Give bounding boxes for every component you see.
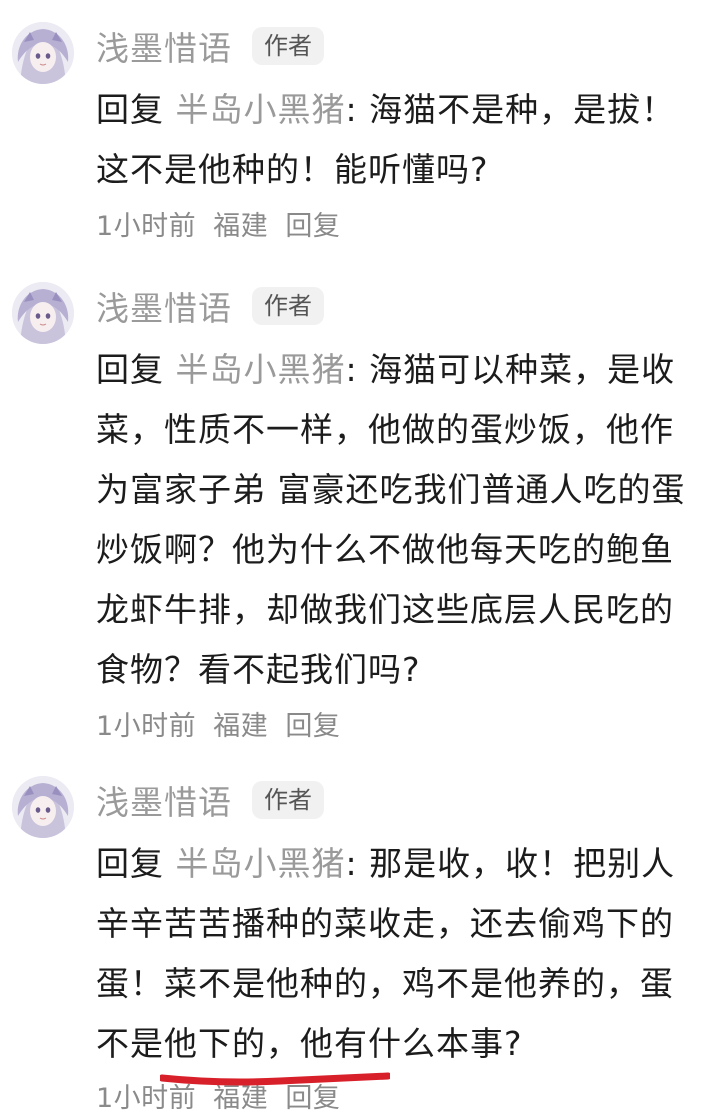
anime-girl-avatar-icon bbox=[12, 282, 74, 344]
reply-button[interactable]: 回复 bbox=[285, 711, 340, 742]
reply-button[interactable]: 回复 bbox=[285, 1083, 340, 1114]
author-badge: 作者 bbox=[252, 27, 324, 65]
mention-link[interactable]: 半岛小黑猪 bbox=[176, 90, 346, 129]
comment-body: 回复 半岛小黑猪: 海猫不是种，是拔！这不是他种的！能听懂吗? bbox=[96, 80, 706, 200]
comment-location: 福建 bbox=[213, 711, 269, 742]
comment-time: 1小时前 bbox=[96, 711, 197, 742]
comment-meta: 1小时前 福建 回复 bbox=[96, 204, 340, 243]
reply-prefix: 回复 bbox=[96, 350, 164, 389]
comment-body: 回复 半岛小黑猪: 海猫可以种菜，是收菜，性质不一样，他做的蛋炒饭，他作为富家子… bbox=[96, 340, 706, 700]
mention-separator: : bbox=[345, 350, 370, 389]
username[interactable]: 浅墨惜语 bbox=[96, 22, 232, 70]
comment-item: 浅墨惜语 作者 回复 半岛小黑猪: 那是收，收！把别人辛辛苦苦播种的菜收走，还去… bbox=[0, 776, 720, 1114]
comment-item: 浅墨惜语 作者 回复 半岛小黑猪: 海猫可以种菜，是收菜，性质不一样，他做的蛋炒… bbox=[0, 282, 720, 752]
comment-header: 浅墨惜语 作者 bbox=[96, 780, 324, 822]
reply-prefix: 回复 bbox=[96, 844, 164, 883]
comment-location: 福建 bbox=[213, 211, 269, 242]
author-badge: 作者 bbox=[252, 287, 324, 325]
comment-text: 海猫可以种菜，是收菜，性质不一样，他做的蛋炒饭，他作为富家子弟 富豪还吃我们普通… bbox=[96, 350, 686, 689]
anime-girl-avatar-icon bbox=[12, 776, 74, 838]
comment-body: 回复 半岛小黑猪: 那是收，收！把别人辛辛苦苦播种的菜收走，还去偷鸡下的蛋！菜不… bbox=[96, 834, 706, 1074]
mention-link[interactable]: 半岛小黑猪 bbox=[176, 844, 346, 883]
author-badge: 作者 bbox=[252, 781, 324, 819]
anime-girl-avatar-icon bbox=[12, 22, 74, 84]
red-underline-annotation bbox=[160, 1072, 390, 1086]
avatar[interactable] bbox=[12, 776, 74, 838]
comment-header: 浅墨惜语 作者 bbox=[96, 286, 324, 328]
comment-meta: 1小时前 福建 回复 bbox=[96, 704, 340, 743]
mention-separator: : bbox=[345, 90, 370, 129]
comment-time: 1小时前 bbox=[96, 211, 197, 242]
avatar[interactable] bbox=[12, 22, 74, 84]
username[interactable]: 浅墨惜语 bbox=[96, 282, 232, 330]
comment-location: 福建 bbox=[213, 1083, 269, 1114]
mention-separator: : bbox=[345, 844, 370, 883]
reply-button[interactable]: 回复 bbox=[285, 211, 340, 242]
comment-header: 浅墨惜语 作者 bbox=[96, 26, 324, 68]
avatar[interactable] bbox=[12, 282, 74, 344]
comment-time: 1小时前 bbox=[96, 1083, 197, 1114]
comment-item: 浅墨惜语 作者 回复 半岛小黑猪: 海猫不是种，是拔！这不是他种的！能听懂吗? … bbox=[0, 22, 720, 252]
reply-prefix: 回复 bbox=[96, 90, 164, 129]
username[interactable]: 浅墨惜语 bbox=[96, 776, 232, 824]
mention-link[interactable]: 半岛小黑猪 bbox=[176, 350, 346, 389]
